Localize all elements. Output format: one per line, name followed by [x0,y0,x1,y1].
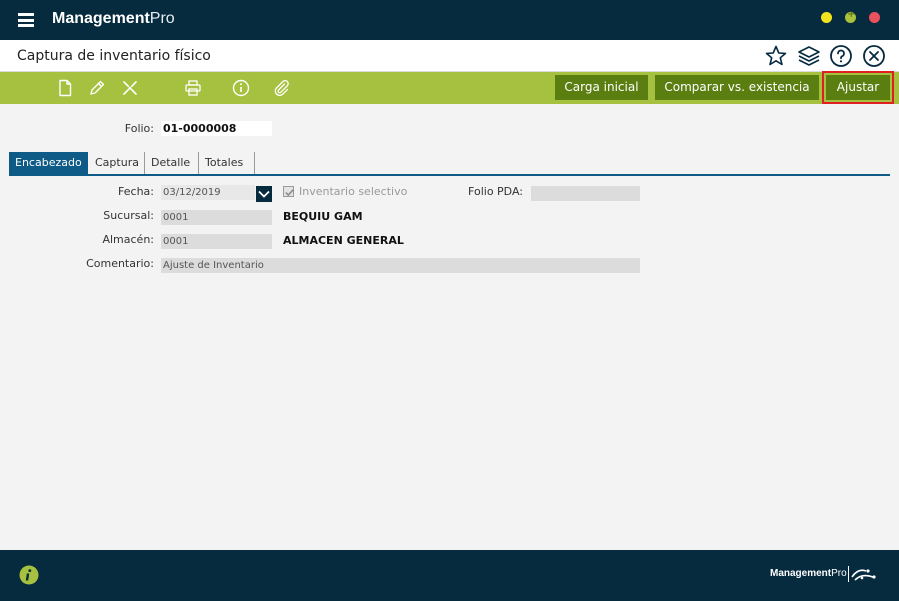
folio-label: Folio: [124,122,154,135]
comentario-field[interactable]: Ajuste de Inventario [161,258,640,273]
footer-logo-icon [848,566,876,582]
print-icon[interactable] [184,79,202,97]
minimize-button[interactable] [821,12,832,23]
help-icon[interactable] [829,44,853,68]
almacen-label: Almacén: [102,233,154,246]
attach-icon[interactable] [272,79,290,97]
title-bar: ManagementPro [0,0,899,40]
folio-field[interactable]: 01-0000008 [161,121,272,136]
footer-info-icon[interactable] [19,565,39,585]
carga-inicial-button[interactable]: Carga inicial [555,75,648,100]
maximize-button[interactable] [845,9,856,23]
checkmark-icon [285,189,294,197]
chevron-down-icon [258,190,270,198]
layers-icon[interactable] [797,44,821,68]
fecha-field[interactable]: 03/12/2019 [161,185,255,200]
star-icon[interactable] [764,44,788,68]
tab-totales[interactable]: Totales [199,152,255,174]
sucursal-name: BEQUIU GAM [283,210,363,223]
inventario-selectivo-checkbox[interactable] [283,186,294,197]
tab-encabezado[interactable]: Encabezado [9,152,88,174]
toolbar: Carga inicial Comparar vs. existencia Aj… [0,71,899,104]
tab-captura[interactable]: Captura [89,152,145,174]
footer: ManagementPro [0,550,899,601]
sucursal-code-field[interactable]: 0001 [161,210,272,225]
app-brand: ManagementPro [52,10,175,27]
fecha-dropdown-button[interactable] [256,186,272,202]
page-title: Captura de inventario físico [17,48,211,64]
folio-pda-label: Folio PDA: [468,185,523,198]
delete-icon[interactable] [121,79,139,97]
footer-brand: ManagementPro [770,568,847,579]
info-icon[interactable] [232,79,250,97]
menu-icon[interactable] [18,13,34,27]
folio-pda-field[interactable] [531,186,640,201]
tab-detalle[interactable]: Detalle [145,152,199,174]
close-circle-icon[interactable] [862,44,886,68]
new-document-icon[interactable] [56,79,74,97]
inventario-selectivo-label: Inventario selectivo [299,185,408,198]
almacen-code-field[interactable]: 0001 [161,234,272,249]
fecha-label: Fecha: [118,185,154,198]
tab-bar: Encabezado Captura Detalle Totales [9,152,890,176]
sucursal-label: Sucursal: [103,209,154,222]
almacen-name: ALMACEN GENERAL [283,234,404,247]
comentario-label: Comentario: [86,257,154,270]
page-header: Captura de inventario físico [0,40,899,72]
window-close-button[interactable] [869,12,880,23]
comparar-existencia-button[interactable]: Comparar vs. existencia [655,75,819,100]
ajustar-button[interactable]: Ajustar [822,71,894,104]
edit-icon[interactable] [88,79,106,97]
